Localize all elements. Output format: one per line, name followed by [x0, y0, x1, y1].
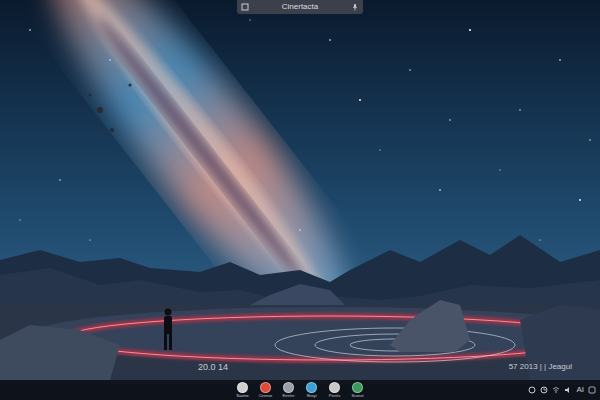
app-label: Saome	[236, 393, 249, 398]
gear-icon[interactable]	[528, 386, 536, 394]
app-label: Sconst	[351, 393, 363, 398]
app-icon[interactable]	[352, 382, 363, 393]
taskbar-app[interactable]: Saome	[235, 382, 251, 398]
taskbar-app[interactable]: Sconst	[350, 382, 366, 398]
system-tray: AI	[528, 380, 596, 400]
notification-icon[interactable]	[588, 386, 596, 394]
clock-icon[interactable]	[540, 386, 548, 394]
wallpaper	[0, 0, 600, 400]
window-icon	[241, 3, 249, 11]
ai-label[interactable]: AI	[576, 384, 584, 396]
taskbar-app[interactable]: Eetrter	[281, 382, 297, 398]
app-label: Pezrts	[329, 393, 340, 398]
desktop-clock: 20.0 14	[198, 361, 228, 375]
app-icon[interactable]	[260, 382, 271, 393]
taskbar-apps: Saome Cexnse Eetrter Shoyt Pezrts Sconst	[235, 382, 366, 398]
app-icon[interactable]	[283, 382, 294, 393]
tray-text: 57 2013 | | Jeagul	[509, 361, 572, 373]
taskbar-app[interactable]: Cexnse	[258, 382, 274, 398]
microphone-icon[interactable]	[351, 3, 359, 11]
app-icon[interactable]	[306, 382, 317, 393]
taskbar-app[interactable]: Shoyt	[304, 382, 320, 398]
search-bar[interactable]: Cinertacta	[237, 0, 363, 14]
taskbar-app[interactable]: Pezrts	[327, 382, 343, 398]
app-label: Cexnse	[259, 393, 273, 398]
app-label: Shoyt	[306, 393, 316, 398]
taskbar: Saome Cexnse Eetrter Shoyt Pezrts Sconst AI	[0, 380, 600, 400]
app-icon[interactable]	[237, 382, 248, 393]
wifi-icon[interactable]	[552, 386, 560, 394]
app-label: Eetrter	[282, 393, 294, 398]
search-title: Cinertacta	[253, 0, 347, 14]
app-icon[interactable]	[329, 382, 340, 393]
speaker-icon[interactable]	[564, 386, 572, 394]
desktop: Cinertacta 20.0 14 57 2013 | | Jeagul Sa…	[0, 0, 600, 400]
